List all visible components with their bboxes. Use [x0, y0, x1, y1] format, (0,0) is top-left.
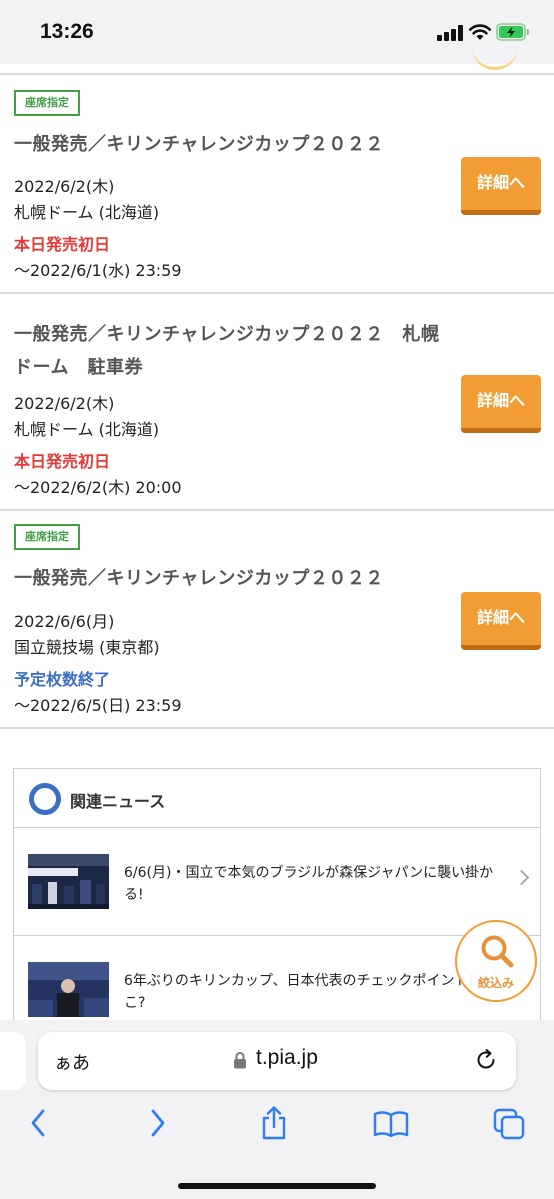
ticket-title: 一般発売／キリンチャレンジカップ２０２２	[14, 568, 384, 589]
tabs-icon[interactable]	[493, 1108, 525, 1140]
address-bar[interactable]: ぁあ t.pia.jp	[38, 1032, 516, 1090]
back-icon[interactable]	[28, 1108, 50, 1138]
news-thumbnail	[28, 962, 109, 1017]
url-text: t.pia.jp	[256, 1046, 318, 1069]
sale-deadline: 〜2022/6/5(日) 23:59	[14, 696, 182, 715]
detail-button[interactable]: 詳細へ	[461, 157, 541, 215]
search-icon	[481, 935, 514, 968]
lock-icon	[234, 1052, 246, 1069]
previous-tab-card[interactable]	[0, 1032, 26, 1090]
wifi-icon	[468, 24, 492, 40]
sale-deadline: 〜2022/6/1(水) 23:59	[14, 261, 182, 280]
event-venue: 国立競技場 (東京都)	[14, 638, 160, 657]
event-date: 2022/6/2(木)	[14, 177, 115, 196]
event-venue: 札幌ドーム (北海道)	[14, 420, 160, 439]
divider	[0, 727, 554, 729]
status-time: 13:26	[40, 20, 94, 43]
sale-status: 本日発売初日	[14, 452, 111, 471]
ticket-listing: 一般発売／キリンチャレンジカップ２０２２ 札幌ドーム 駐車券 2022/6/2(…	[0, 294, 554, 509]
sale-status: 本日発売初日	[14, 235, 111, 254]
event-date: 2022/6/2(木)	[14, 394, 115, 413]
page-settings-button[interactable]: ぁあ	[54, 1049, 90, 1075]
detail-button[interactable]: 詳細へ	[461, 592, 541, 650]
cellular-signal-icon	[437, 25, 463, 41]
ticket-title: 一般発売／キリンチャレンジカップ２０２２ 札幌ドーム 駐車券	[14, 324, 440, 378]
reload-icon[interactable]	[474, 1048, 498, 1072]
ticket-title: 一般発売／キリンチャレンジカップ２０２２	[14, 134, 384, 155]
seat-reserved-badge: 座席指定	[14, 90, 80, 116]
seat-reserved-badge: 座席指定	[14, 524, 80, 550]
filter-button[interactable]: 絞込み	[455, 920, 537, 1002]
ticket-listing: 座席指定 一般発売／キリンチャレンジカップ２０２２ 2022/6/2(木) 札幌…	[0, 75, 554, 292]
event-venue: 札幌ドーム (北海道)	[14, 203, 160, 222]
browser-chrome: ぁあ t.pia.jp	[0, 1020, 554, 1199]
chevron-right-icon	[513, 869, 530, 886]
news-thumbnail	[28, 854, 109, 909]
sale-deadline: 〜2022/6/2(木) 20:00	[14, 478, 182, 497]
share-icon[interactable]	[259, 1105, 289, 1141]
event-date: 2022/6/6(月)	[14, 612, 115, 631]
home-indicator	[178, 1183, 376, 1189]
news-title: 6/6(月)・国立で本気のブラジルが森保ジャパンに襲い掛かる!	[124, 865, 494, 903]
detail-button[interactable]: 詳細へ	[461, 375, 541, 433]
forward-icon[interactable]	[146, 1108, 168, 1138]
news-item[interactable]: 6/6(月)・国立で本気のブラジルが森保ジャパンに襲い掛かる!	[14, 829, 540, 936]
news-heading: 関連ニュース	[70, 792, 166, 811]
sale-status: 予定枚数終了	[14, 670, 111, 689]
status-bar: 13:26	[0, 0, 554, 64]
bookmarks-icon[interactable]	[373, 1110, 409, 1138]
battery-charging-icon	[496, 23, 529, 41]
ticket-listing: 座席指定 一般発売／キリンチャレンジカップ２０２２ 2022/6/6(月) 国立…	[0, 511, 554, 727]
news-header: 関連ニュース	[14, 769, 540, 828]
scroll-top-button-edge	[472, 40, 518, 70]
news-title: 6年ぶりのキリンカップ、日本代表のチェックポイントはどこ?	[124, 973, 497, 1011]
filter-label: 絞込み	[477, 976, 514, 990]
ring-icon	[29, 783, 61, 815]
